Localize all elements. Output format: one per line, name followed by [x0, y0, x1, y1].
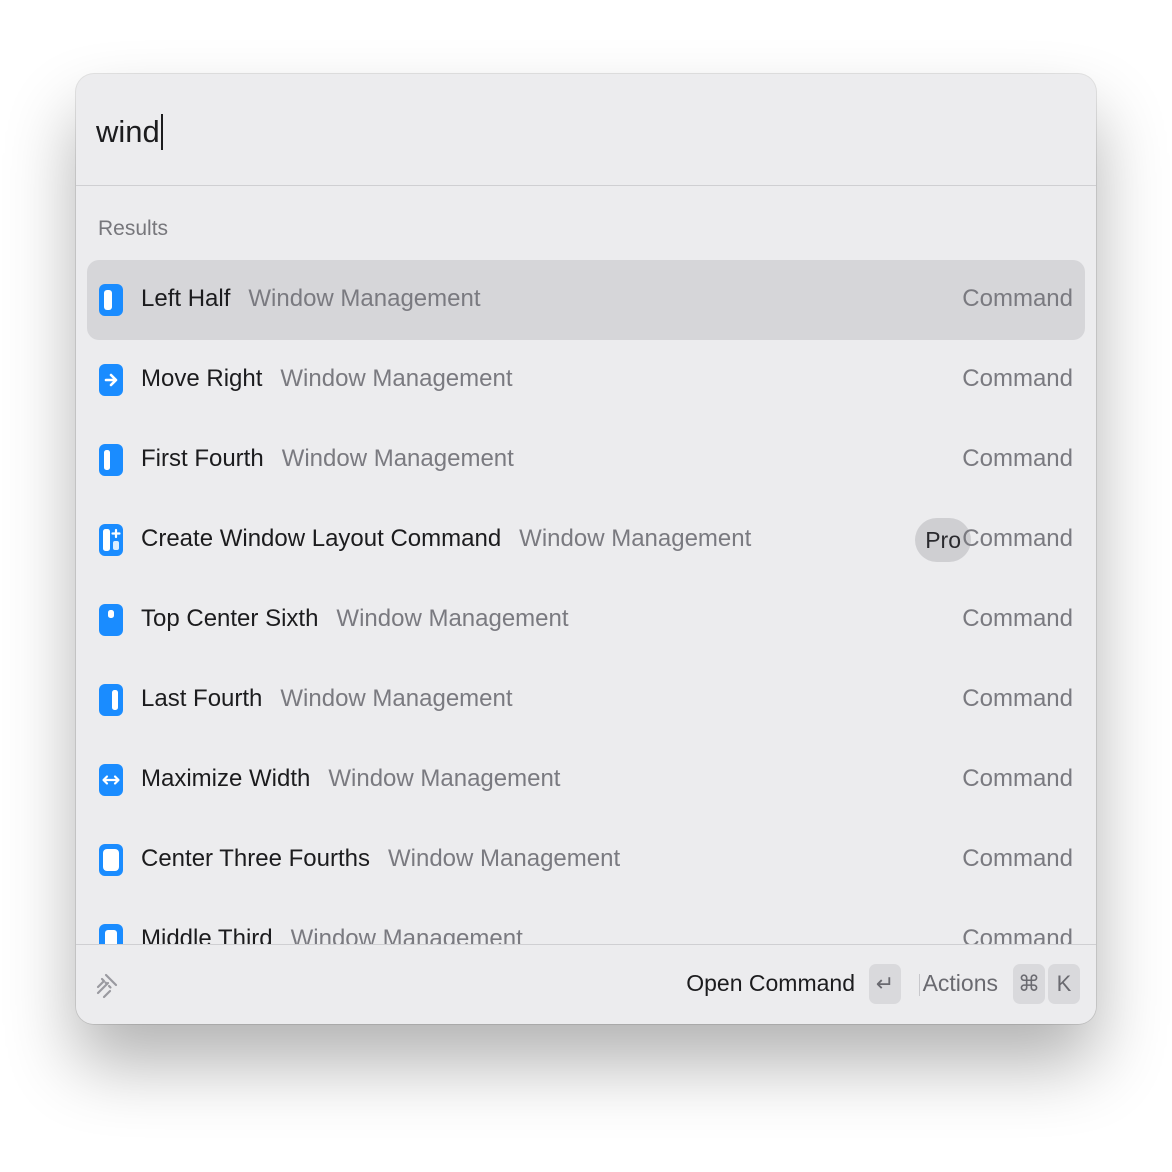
- result-title: Left Half Window Management: [141, 285, 481, 313]
- result-row[interactable]: Move Right Window Management Command: [87, 340, 1085, 420]
- result-title-text: Move Right: [141, 365, 263, 392]
- raycast-logo-icon: [94, 967, 120, 1001]
- middle-third-icon: [98, 921, 124, 944]
- result-title: Last Fourth Window Management: [141, 685, 513, 713]
- center-three-fourths-icon: [98, 841, 124, 879]
- result-row[interactable]: Last Fourth Window Management Command: [87, 660, 1085, 740]
- result-title-text: Center Three Fourths: [141, 845, 370, 872]
- result-subtitle: Window Management: [519, 525, 752, 552]
- k-key-hint: K: [1048, 964, 1080, 1004]
- result-subtitle: Window Management: [290, 925, 523, 944]
- result-subtitle: Window Management: [280, 365, 513, 392]
- result-subtitle: Window Management: [248, 285, 481, 312]
- result-row[interactable]: Top Center Sixth Window Management Command: [87, 580, 1085, 660]
- result-type-label: Command: [962, 765, 1073, 792]
- enter-key-hint: ↵: [869, 964, 901, 1004]
- launcher-window: Results Left Half Window Management Comman…: [76, 74, 1096, 1024]
- first-fourth-icon: [98, 441, 124, 479]
- result-row[interactable]: Maximize Width Window Management Command: [87, 740, 1085, 820]
- result-type-label: Command: [962, 925, 1073, 944]
- actions-button[interactable]: Actions: [923, 970, 998, 997]
- result-type-label: Command: [962, 845, 1073, 872]
- result-type-label: Command: [962, 525, 1073, 552]
- results-list[interactable]: Results Left Half Window Management Comman…: [76, 187, 1096, 944]
- result-title-text: Last Fourth: [141, 685, 263, 712]
- left-half-icon: [98, 281, 124, 319]
- result-title: Maximize Width Window Management: [141, 765, 560, 793]
- action-bar: Open Command ↵ Actions ⌘ K: [76, 944, 1096, 1024]
- result-row[interactable]: Middle Third Window Management Command: [87, 900, 1085, 944]
- result-subtitle: Window Management: [281, 445, 514, 472]
- result-title: Middle Third Window Management: [141, 925, 523, 944]
- last-fourth-icon: [98, 681, 124, 719]
- result-title: Move Right Window Management: [141, 365, 513, 393]
- search-bar: [76, 74, 1096, 186]
- result-title-text: Create Window Layout Command: [141, 525, 502, 552]
- result-row[interactable]: Center Three Fourths Window Management Com…: [87, 820, 1085, 900]
- result-title-text: Top Center Sixth: [141, 605, 319, 632]
- footer-divider: [919, 974, 920, 996]
- result-title-text: First Fourth: [141, 445, 264, 472]
- result-title: Center Three Fourths Window Management: [141, 845, 620, 873]
- result-subtitle: Window Management: [336, 605, 569, 632]
- result-title: Create Window Layout Command Window Manag…: [141, 525, 751, 553]
- command-key-hint: ⌘: [1013, 964, 1045, 1004]
- result-type-label: Command: [962, 445, 1073, 472]
- maximize-width-icon: [98, 761, 124, 799]
- open-command-button[interactable]: Open Command: [686, 970, 855, 997]
- result-row[interactable]: Left Half Window Management Command: [87, 260, 1085, 340]
- result-title: First Fourth Window Management: [141, 445, 514, 473]
- result-subtitle: Window Management: [328, 765, 561, 792]
- result-type-label: Command: [962, 365, 1073, 392]
- result-title: Top Center Sixth Window Management: [141, 605, 569, 633]
- result-subtitle: Window Management: [280, 685, 513, 712]
- section-title: Results: [98, 217, 169, 240]
- text-caret: [160, 114, 163, 150]
- result-type-label: Command: [962, 285, 1073, 312]
- results-rows: Left Half Window Management Command Move Ri…: [87, 260, 1085, 944]
- result-type-label: Command: [962, 605, 1073, 632]
- search-input[interactable]: [96, 108, 1056, 156]
- result-title-text: Middle Third: [141, 925, 273, 944]
- result-row[interactable]: Create Window Layout Command Window Manag…: [87, 500, 1085, 580]
- result-subtitle: Window Management: [388, 845, 621, 872]
- result-type-label: Command: [962, 685, 1073, 712]
- create-layout-icon: [98, 521, 124, 559]
- result-title-text: Maximize Width: [141, 765, 311, 792]
- top-center-sixth-icon: [98, 601, 124, 639]
- result-row[interactable]: First Fourth Window Management Command: [87, 420, 1085, 500]
- move-right-icon: [98, 361, 124, 399]
- result-title-text: Left Half: [141, 285, 231, 312]
